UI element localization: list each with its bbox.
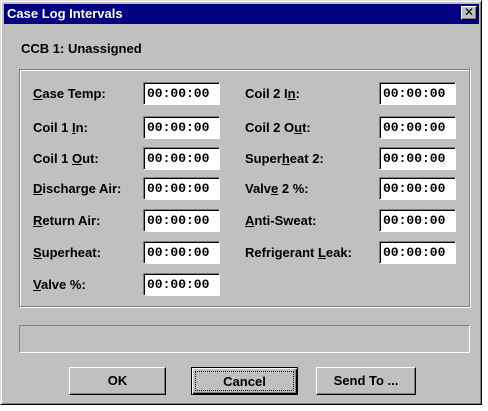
ok-button[interactable]: OK	[69, 367, 166, 395]
window-title: Case Log Intervals	[7, 6, 123, 21]
label-text: uperheat:	[41, 245, 101, 260]
label-text: Valv	[245, 181, 272, 196]
anti-sweat-label: Anti-Sweat:	[245, 213, 317, 228]
label-text: eturn Air:	[42, 213, 101, 228]
discharge-air-label: Discharge Air:	[33, 181, 121, 196]
label-text: Coil 1	[33, 151, 73, 166]
access-key: u	[294, 120, 303, 135]
valve-2-field[interactable]: 00:00:00	[379, 177, 456, 200]
access-key: L	[317, 245, 326, 260]
access-key: O	[72, 151, 83, 166]
label-text: Super	[245, 151, 282, 166]
access-key: V	[33, 277, 41, 292]
label-text: eat 2:	[289, 151, 324, 166]
close-icon[interactable]: ✕	[461, 6, 477, 20]
superheat-2-field[interactable]: 00:00:00	[379, 147, 456, 170]
coil-2-out-label: Coil 2 Out:	[245, 120, 311, 135]
refrigerant-leak-label: Refrigerant Leak:	[245, 245, 352, 260]
ccb-label: CCB 1: Unassigned	[21, 41, 142, 56]
valve-label: Valve %:	[33, 277, 86, 292]
label-text: t:	[302, 120, 311, 135]
dialog-window: Case Log Intervals ✕ CCB 1: Unassigned C…	[0, 0, 482, 405]
valve-field[interactable]: 00:00:00	[143, 273, 220, 296]
label-text: ase Temp:	[42, 86, 106, 101]
discharge-air-field[interactable]: 00:00:00	[143, 177, 220, 200]
coil-1-out-label: Coil 1 Out:	[33, 151, 99, 166]
coil-1-in-field[interactable]: 00:00:00	[143, 116, 220, 139]
coil-2-out-field[interactable]: 00:00:00	[379, 116, 456, 139]
valve-2-label: Valve 2 %:	[245, 181, 309, 196]
access-key: A	[245, 213, 255, 228]
label-text: ut:	[82, 151, 99, 166]
cancel-label: Cancel	[195, 371, 294, 391]
access-key: h	[281, 151, 290, 166]
superheat-label: Superheat:	[33, 245, 101, 260]
label-text: alve %:	[40, 277, 86, 292]
access-key: S	[33, 245, 42, 260]
access-key: D	[33, 181, 43, 196]
title-bar[interactable]: Case Log Intervals ✕	[4, 4, 479, 24]
coil-2-in-label: Coil 2 In:	[245, 86, 300, 101]
access-key: n	[287, 86, 296, 101]
label-text: Coil 2 O	[245, 120, 295, 135]
send-to-button[interactable]: Send To ...	[316, 367, 416, 395]
case-temp-label: Case Temp:	[33, 86, 106, 101]
refrigerant-leak-field[interactable]: 00:00:00	[379, 241, 456, 264]
superheat-field[interactable]: 00:00:00	[143, 241, 220, 264]
status-bar	[19, 325, 470, 353]
coil-1-out-field[interactable]: 00:00:00	[143, 147, 220, 170]
coil-2-in-field[interactable]: 00:00:00	[379, 82, 456, 105]
return-air-label: Return Air:	[33, 213, 100, 228]
access-key: C	[33, 86, 43, 101]
label-text: n:	[75, 120, 88, 135]
return-air-field[interactable]: 00:00:00	[143, 209, 220, 232]
superheat-2-label: Superheat 2:	[245, 151, 324, 166]
label-text: Coil 1	[33, 120, 73, 135]
label-text: ischarge Air:	[42, 181, 122, 196]
label-text: nti-Sweat:	[254, 213, 317, 228]
label-text: Refrigerant	[245, 245, 318, 260]
label-text: Coil 2 I	[245, 86, 288, 101]
access-key: R	[33, 213, 43, 228]
label-text: :	[295, 86, 300, 101]
label-text: 2 %:	[278, 181, 309, 196]
coil-1-in-label: Coil 1 In:	[33, 120, 88, 135]
anti-sweat-field[interactable]: 00:00:00	[379, 209, 456, 232]
label-text: eak:	[325, 245, 352, 260]
case-temp-field[interactable]: 00:00:00	[143, 82, 220, 105]
cancel-button[interactable]: Cancel	[191, 367, 298, 395]
